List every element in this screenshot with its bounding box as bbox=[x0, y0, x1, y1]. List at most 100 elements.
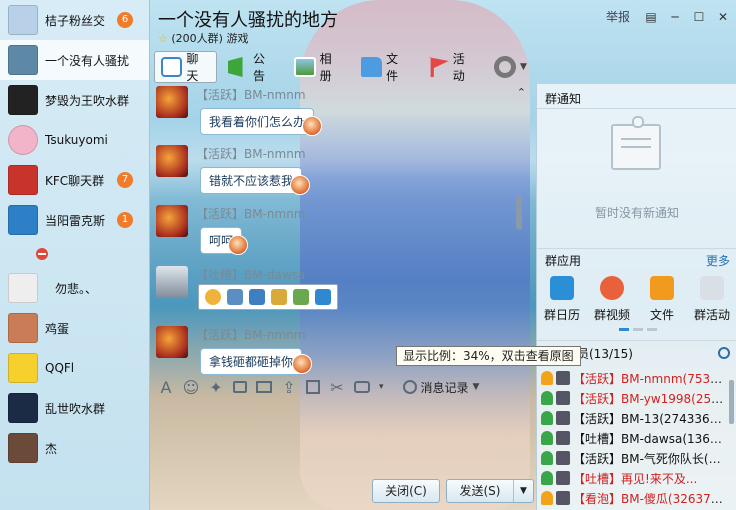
member-list-scrollbar[interactable] bbox=[729, 380, 734, 424]
save-icon[interactable] bbox=[227, 289, 243, 305]
app-activity[interactable]: 群活动 bbox=[687, 276, 736, 323]
add-emoji-icon[interactable] bbox=[205, 289, 221, 305]
tab-notice-label: 公告 bbox=[252, 52, 265, 83]
message-sender[interactable]: 【吐槽】BM-dawsa bbox=[196, 266, 305, 283]
close-button[interactable]: 关闭(C) bbox=[372, 479, 440, 503]
tab-album[interactable]: 相册 bbox=[287, 51, 350, 83]
chat-item-dnd[interactable] bbox=[0, 240, 149, 268]
screen-icon[interactable] bbox=[249, 289, 265, 305]
shake-icon[interactable]: ✦ bbox=[208, 378, 224, 397]
member-item[interactable]: 【看泡】BM-傻瓜(3263724... bbox=[541, 488, 727, 508]
app-file[interactable]: 文件 bbox=[637, 276, 687, 323]
maximize-button[interactable]: ☐ bbox=[692, 10, 706, 24]
chat-item-2[interactable]: 梦毁为王吹水群 bbox=[0, 80, 149, 120]
send-button[interactable]: 发送(S) ▼ bbox=[446, 479, 534, 503]
owner-icon bbox=[541, 371, 553, 385]
chat-item-5[interactable]: 当阳雷克斯 1 bbox=[0, 200, 149, 240]
avatar[interactable] bbox=[156, 205, 188, 237]
member-item[interactable]: 【吐槽】BM-dawsa(13626... bbox=[541, 428, 727, 448]
apps-pager[interactable] bbox=[619, 328, 657, 331]
avatar[interactable] bbox=[156, 86, 188, 118]
message-sender[interactable]: 【活跃】BM-nmnm bbox=[196, 326, 306, 343]
app-video[interactable]: 群视频 bbox=[587, 276, 637, 323]
member-item[interactable]: 【活跃】BM-nmnm(753288... bbox=[541, 368, 727, 388]
chat-item-0[interactable]: 桔子粉丝交 6 bbox=[0, 0, 149, 40]
message-bubble[interactable]: 拿钱砸都砸掉你 bbox=[200, 348, 303, 375]
chat-item-4[interactable]: KFC聊天群 7 bbox=[0, 160, 149, 200]
message-history-button[interactable]: 消息记录 ▼ bbox=[402, 379, 480, 396]
emoji-sticker-icon bbox=[292, 354, 312, 374]
message-sender[interactable]: 【活跃】BM-nmnm bbox=[196, 86, 306, 103]
collapse-icon[interactable]: ⌃ bbox=[517, 86, 526, 99]
pager-dot[interactable] bbox=[647, 328, 657, 331]
group-title: 一个没有人骚扰的地方 bbox=[158, 10, 338, 31]
app-calendar[interactable]: 群日历 bbox=[537, 276, 587, 323]
tab-notice[interactable]: 公告 bbox=[221, 51, 284, 83]
favorite-star-icon[interactable] bbox=[315, 289, 331, 305]
group-chat-window: 一个没有人骚扰的地方 ☆ (200人群) 游戏 举报 ▤ ─ ☐ ✕ 聊天 公告… bbox=[150, 0, 736, 510]
emoji-icon[interactable]: ☺ bbox=[183, 378, 200, 397]
avatar[interactable] bbox=[156, 326, 188, 358]
avatar[interactable] bbox=[156, 145, 188, 177]
message-area[interactable]: ⌃ 【活跃】BM-nmnm 我看着你们怎么办 【活跃】BM-nmnm 错就不应该… bbox=[150, 84, 534, 375]
tab-file[interactable]: 文件 bbox=[354, 51, 417, 83]
chevron-down-icon: ▼ bbox=[520, 62, 527, 72]
avatar bbox=[556, 391, 570, 405]
message-sender[interactable]: 【活跃】BM-nmnm bbox=[196, 205, 306, 222]
avatar[interactable] bbox=[156, 266, 188, 298]
divider bbox=[537, 248, 736, 249]
message-bubble[interactable]: 我看着你们怎么办 bbox=[200, 108, 315, 135]
message-sender[interactable]: 【活跃】BM-nmnm bbox=[196, 145, 306, 162]
member-item[interactable]: 【活跃】BM-气死你队长(7... bbox=[541, 448, 727, 468]
settings-menu[interactable]: ▼ bbox=[487, 51, 534, 83]
member-icon bbox=[541, 471, 553, 485]
more-tools-icon[interactable] bbox=[354, 381, 370, 393]
send-options-chevron-icon[interactable]: ▼ bbox=[513, 480, 533, 502]
gear-icon bbox=[494, 56, 517, 78]
close-window-button[interactable]: ✕ bbox=[716, 10, 730, 24]
image-icon[interactable] bbox=[256, 381, 272, 393]
chat-item-8[interactable]: QQFl bbox=[0, 348, 149, 388]
skin-icon[interactable]: ▤ bbox=[644, 10, 658, 24]
chat-name: 一个没有人骚扰 bbox=[45, 53, 130, 68]
photo-album-icon bbox=[294, 57, 316, 77]
minimize-button[interactable]: ─ bbox=[668, 10, 682, 24]
tab-activity[interactable]: 活动 bbox=[420, 51, 483, 83]
empty-notice-text: 暂时没有新通知 bbox=[594, 206, 679, 220]
folder-icon bbox=[360, 57, 383, 77]
gift-icon[interactable] bbox=[233, 381, 247, 393]
member-item[interactable]: 【吐槽】再见!来不及... bbox=[541, 468, 727, 488]
group-meta: ☆ (200人群) 游戏 bbox=[158, 30, 248, 46]
member-tag: 【活跃】 bbox=[573, 371, 622, 386]
chevron-down-icon[interactable]: ▾ bbox=[379, 382, 384, 392]
scissors-icon[interactable]: ✂ bbox=[329, 378, 345, 397]
message-scrollbar[interactable] bbox=[516, 196, 522, 230]
group-category[interactable]: 游戏 bbox=[226, 32, 248, 45]
chat-item-7[interactable]: 鸡蛋 bbox=[0, 308, 149, 348]
member-item[interactable]: 【活跃】BM-yw1998(2537... bbox=[541, 388, 727, 408]
chat-item-1[interactable]: 一个没有人骚扰 bbox=[0, 40, 149, 80]
search-icon[interactable] bbox=[718, 347, 730, 359]
pager-dot[interactable] bbox=[619, 328, 629, 331]
unread-badge: 7 bbox=[117, 172, 133, 188]
font-icon[interactable]: A bbox=[158, 378, 174, 397]
tab-chat[interactable]: 聊天 bbox=[154, 51, 217, 83]
member-name: BM-傻瓜(3263724... bbox=[621, 491, 727, 506]
apps-more-link[interactable]: 更多 bbox=[706, 252, 730, 269]
present-box-icon[interactable] bbox=[306, 380, 320, 394]
pager-dot[interactable] bbox=[633, 328, 643, 331]
chevron-down-icon: ▼ bbox=[472, 382, 480, 392]
tag-icon[interactable] bbox=[271, 289, 287, 305]
chat-item-3[interactable]: Tsukuyomi bbox=[0, 120, 149, 160]
member-item[interactable]: 【活跃】BM-13(2743367154) bbox=[541, 408, 727, 428]
edit-image-icon[interactable] bbox=[293, 289, 309, 305]
chat-item-6[interactable]: 勿悲。、 bbox=[0, 268, 149, 308]
upload-icon[interactable]: ⇪ bbox=[281, 378, 297, 397]
avatar bbox=[556, 431, 570, 445]
message-bubble[interactable]: 错就不应该惹我 bbox=[200, 167, 303, 194]
report-link[interactable]: 举报 bbox=[606, 8, 630, 25]
chat-item-9[interactable]: 乱世吹水群 bbox=[0, 388, 149, 428]
member-name: BM-yw1998(2537... bbox=[621, 391, 727, 406]
chat-item-10[interactable]: 杰 bbox=[0, 428, 149, 468]
avatar bbox=[8, 45, 38, 75]
